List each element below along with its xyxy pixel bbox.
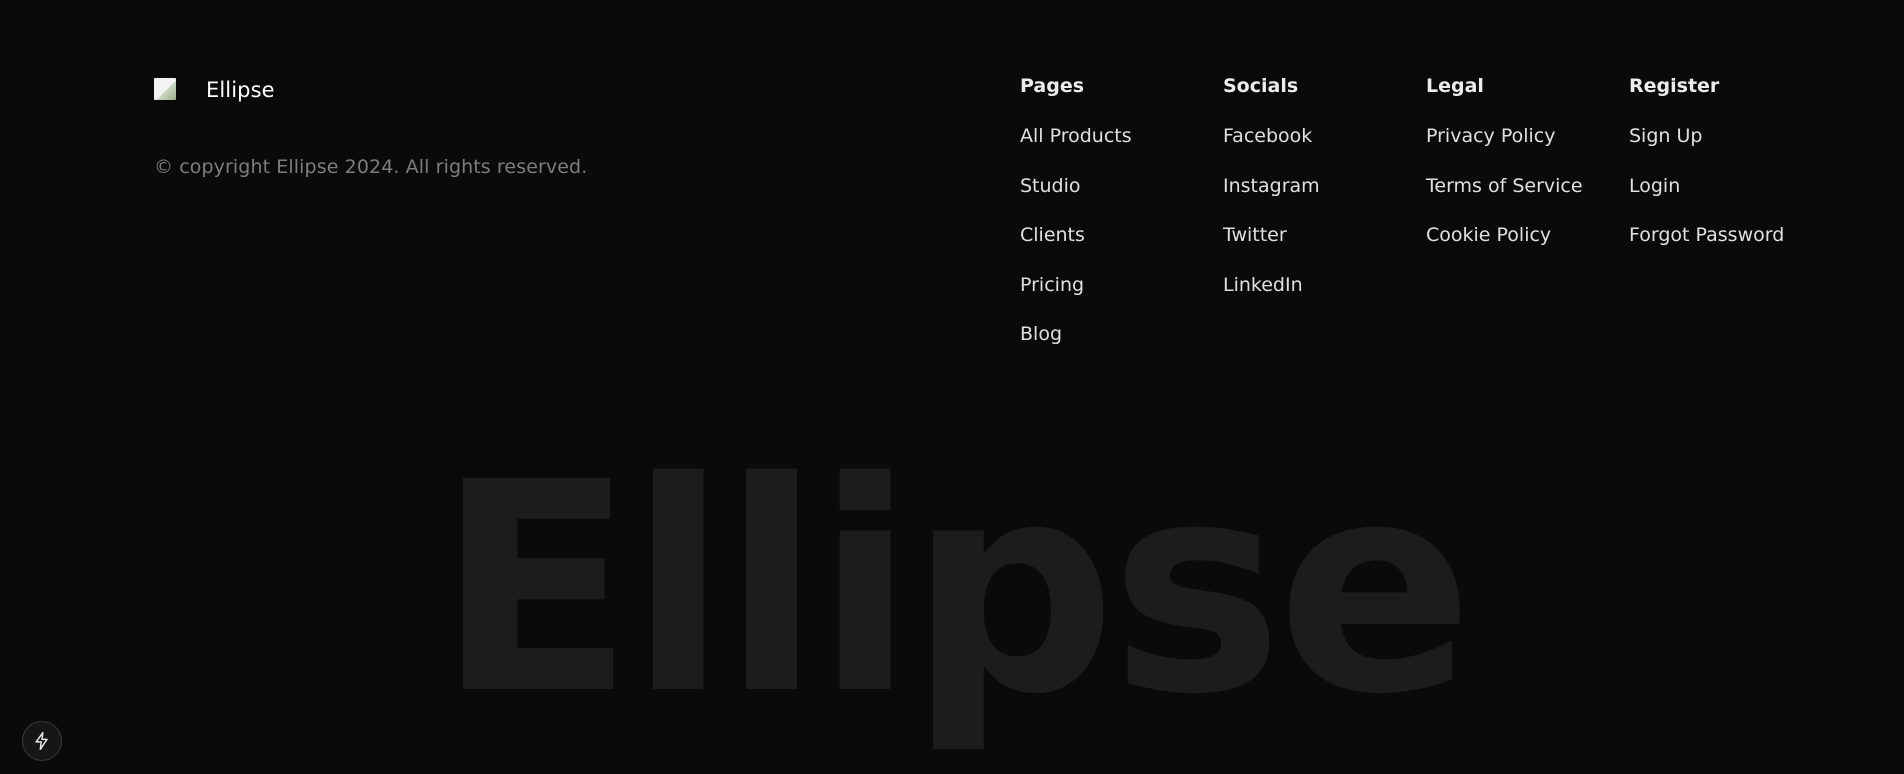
column-title-legal: Legal bbox=[1426, 75, 1484, 97]
column-title-register: Register bbox=[1629, 75, 1720, 97]
column-title-socials: Socials bbox=[1223, 75, 1299, 97]
footer-column-socials: Socials Facebook Instagram Twitter Linke… bbox=[1223, 74, 1426, 372]
logo-icon bbox=[154, 78, 178, 102]
brand-watermark: Ellipse bbox=[436, 421, 1473, 758]
brand-name: Ellipse bbox=[206, 78, 275, 102]
footer-link-linkedin[interactable]: LinkedIn bbox=[1223, 273, 1426, 297]
footer-link-cookie-policy[interactable]: Cookie Policy bbox=[1426, 223, 1629, 247]
footer-link-blog[interactable]: Blog bbox=[1020, 322, 1223, 346]
footer-column-legal: Legal Privacy Policy Terms of Service Co… bbox=[1426, 74, 1629, 372]
footer-column-register: Register Sign Up Login Forgot Password bbox=[1629, 74, 1832, 372]
footer-nav: Pages All Products Studio Clients Pricin… bbox=[1020, 74, 1832, 372]
footer-link-clients[interactable]: Clients bbox=[1020, 223, 1223, 247]
dev-tools-button[interactable] bbox=[22, 721, 62, 761]
footer-link-sign-up[interactable]: Sign Up bbox=[1629, 124, 1832, 148]
footer-link-pricing[interactable]: Pricing bbox=[1020, 273, 1223, 297]
column-title-pages: Pages bbox=[1020, 75, 1085, 97]
brand-link[interactable]: Ellipse bbox=[154, 78, 275, 102]
site-footer: Ellipse © copyright Ellipse 2024. All ri… bbox=[0, 0, 1904, 774]
footer-link-privacy-policy[interactable]: Privacy Policy bbox=[1426, 124, 1629, 148]
footer-link-login[interactable]: Login bbox=[1629, 174, 1832, 198]
footer-link-all-products[interactable]: All Products bbox=[1020, 124, 1223, 148]
footer-link-twitter[interactable]: Twitter bbox=[1223, 223, 1426, 247]
broken-image-icon bbox=[154, 78, 176, 100]
footer-link-terms-of-service[interactable]: Terms of Service bbox=[1426, 174, 1629, 198]
lightning-bolt-icon bbox=[32, 731, 52, 751]
footer-column-pages: Pages All Products Studio Clients Pricin… bbox=[1020, 74, 1223, 372]
footer-link-forgot-password[interactable]: Forgot Password bbox=[1629, 223, 1832, 247]
footer-link-studio[interactable]: Studio bbox=[1020, 174, 1223, 198]
footer-link-instagram[interactable]: Instagram bbox=[1223, 174, 1426, 198]
footer-link-facebook[interactable]: Facebook bbox=[1223, 124, 1426, 148]
copyright-text: © copyright Ellipse 2024. All rights res… bbox=[154, 156, 588, 178]
